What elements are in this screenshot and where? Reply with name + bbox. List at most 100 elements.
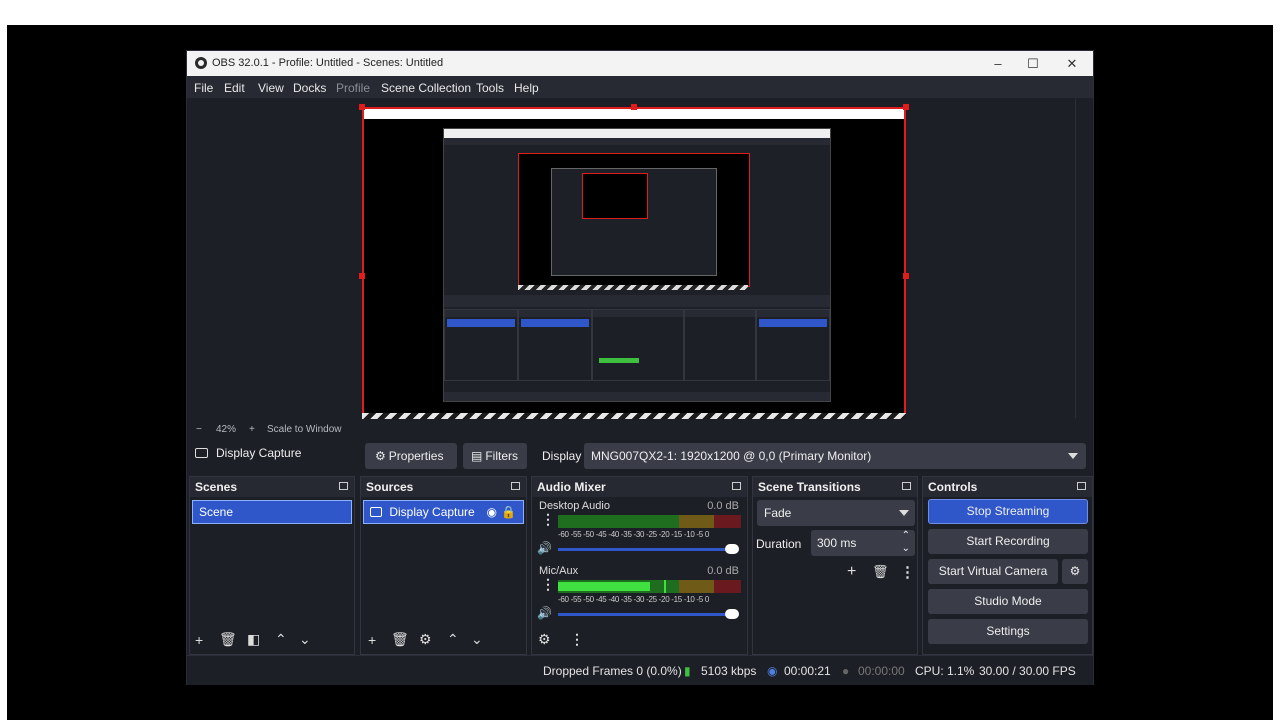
maximize-button[interactable]: ☐ (1014, 51, 1052, 76)
recursive-preview-image (443, 128, 831, 402)
transition-select[interactable]: Fade (757, 500, 915, 526)
menu-tools[interactable]: Tools (476, 81, 504, 95)
gear-icon: ⚙ (375, 449, 386, 463)
scene-transitions-header: Scene Transitions (753, 477, 917, 497)
menu-file[interactable]: File (194, 81, 213, 95)
advanced-audio-icon[interactable]: ⚙ (538, 631, 551, 648)
remove-transition-icon[interactable]: 🗑 (872, 564, 889, 580)
menu-scene-collection[interactable]: Scene Collection (381, 81, 471, 95)
stop-streaming-button[interactable]: Stop Streaming (928, 499, 1088, 524)
mic-aux-menu-icon[interactable]: ⋮ (541, 576, 555, 593)
duration-input[interactable]: 300 ms ⌃ ⌄ (811, 530, 915, 556)
scene-transitions-title: Scene Transitions (758, 480, 861, 494)
eye-icon[interactable]: ◉ (487, 501, 497, 523)
source-context-bar: Display Capture ⚙ Properties ▤ Filters Dis… (187, 440, 1093, 472)
speaker-icon[interactable]: 🔊 (537, 541, 552, 555)
bitrate: 5103 kbps (701, 664, 757, 678)
filters-button[interactable]: ▤ Filters (463, 443, 527, 469)
cpu-usage: CPU: 1.1% (915, 664, 975, 678)
move-up-icon[interactable]: ⌃ (275, 631, 287, 648)
mixer-menu-icon[interactable]: ⋮ (570, 631, 584, 648)
resize-handle-l[interactable] (359, 273, 365, 279)
start-recording-button[interactable]: Start Recording (928, 529, 1088, 554)
mini-inner-window (551, 168, 717, 276)
add-source-icon[interactable]: + (368, 632, 376, 648)
mini-mixer-dock (592, 309, 684, 381)
mini-hatch (518, 285, 748, 290)
window-title: OBS 32.0.1 - Profile: Untitled - Scenes:… (212, 57, 444, 69)
mic-aux-volume-slider[interactable] (558, 613, 735, 616)
close-button[interactable]: ✕ (1053, 51, 1091, 76)
source-properties-icon[interactable]: ⚙ (419, 631, 432, 648)
streaming-icon: ◉ (767, 664, 778, 678)
move-up-icon[interactable]: ⌃ (447, 631, 459, 648)
scene-item[interactable]: Scene (192, 500, 352, 524)
obs-logo-icon (195, 57, 207, 69)
resize-handle-tl[interactable] (359, 104, 365, 110)
studio-mode-button[interactable]: Studio Mode (928, 589, 1088, 614)
filters-label: Filters (485, 449, 519, 463)
menu-profile[interactable]: Profile (336, 81, 370, 95)
scenes-list: Scene + 🗑 ◧ ⌃ ⌄ (190, 497, 354, 654)
sources-dock-header: Sources (361, 477, 526, 497)
transition-menu-icon[interactable]: ⋮ (900, 563, 915, 581)
speaker-icon[interactable]: 🔊 (537, 606, 552, 620)
desktop-audio-volume-slider[interactable] (558, 548, 735, 551)
undock-icon[interactable] (902, 482, 911, 490)
mini-menubar (444, 138, 830, 145)
remove-scene-icon[interactable]: 🗑 (219, 631, 237, 648)
mic-aux-volume-handle[interactable] (725, 609, 739, 619)
undock-icon[interactable] (1077, 482, 1086, 490)
move-down-icon[interactable]: ⌄ (299, 631, 311, 648)
lock-icon[interactable]: 🔒 (501, 501, 516, 523)
mic-aux-meter (558, 580, 741, 593)
zoom-out-button[interactable]: − (196, 424, 202, 435)
zoom-in-button[interactable]: + (249, 424, 255, 435)
resize-handle-tr[interactable] (903, 104, 909, 110)
source-item[interactable]: Display Capture ◉ 🔒 (363, 500, 524, 524)
desktop-audio-volume-handle[interactable] (725, 544, 739, 554)
scale-to-window[interactable]: Scale to Window (267, 424, 341, 435)
scenes-dock: Scenes Scene + 🗑 ◧ ⌃ ⌄ (189, 476, 355, 655)
preview-canvas[interactable] (362, 107, 906, 419)
undock-icon[interactable] (732, 482, 741, 490)
menu-docks[interactable]: Docks (293, 81, 326, 95)
record-time: 00:00:00 (858, 664, 905, 678)
mini-scenes-dock (444, 309, 518, 381)
obs-window: OBS 32.0.1 - Profile: Untitled - Scenes:… (187, 51, 1093, 685)
context-source-name: Display Capture (216, 446, 302, 460)
virtual-camera-settings-button[interactable]: ⚙ (1062, 559, 1088, 584)
menu-help[interactable]: Help (514, 81, 539, 95)
preview-scrollbar[interactable] (1075, 98, 1076, 418)
menu-edit[interactable]: Edit (224, 81, 245, 95)
resize-handle-r[interactable] (903, 273, 909, 279)
resize-handle-t[interactable] (631, 104, 637, 110)
status-bar: Dropped Frames 0 (0.0%) ▮ 5103 kbps ◉ 00… (187, 655, 1093, 685)
settings-button[interactable]: Settings (928, 619, 1088, 644)
desktop-audio-menu-icon[interactable]: ⋮ (541, 511, 555, 528)
gear-icon: ⚙ (1069, 564, 1081, 578)
add-transition-icon[interactable]: + (847, 563, 856, 581)
chevron-down-icon (899, 510, 909, 516)
display-select[interactable]: MNG007QX2-1: 1920x1200 @ 0,0 (Primary Mo… (584, 443, 1086, 469)
menu-view[interactable]: View (258, 81, 284, 95)
recording-icon: ● (842, 664, 850, 678)
dropped-frames: Dropped Frames 0 (0.0%) (543, 664, 682, 678)
minimize-button[interactable]: – (979, 51, 1017, 76)
sources-dock: Sources Display Capture ◉ 🔒 + 🗑 ⚙ ⌃ ⌄ (360, 476, 527, 655)
scene-filters-icon[interactable]: ◧ (247, 631, 260, 648)
chevron-down-icon (1068, 453, 1078, 459)
controls-title: Controls (928, 480, 978, 494)
preview-zoom-bar: − 42% + Scale to Window (187, 420, 1093, 440)
undock-icon[interactable] (511, 482, 520, 490)
start-virtual-camera-button[interactable]: Start Virtual Camera (928, 559, 1058, 584)
undock-icon[interactable] (339, 482, 348, 490)
remove-source-icon[interactable]: 🗑 (391, 631, 409, 648)
move-down-icon[interactable]: ⌄ (471, 631, 483, 648)
mic-aux-db: 0.0 dB (707, 565, 739, 577)
monitor-icon (195, 448, 208, 458)
properties-button[interactable]: ⚙ Properties (365, 443, 457, 469)
add-scene-icon[interactable]: + (195, 632, 203, 648)
desktop-audio-meter (558, 515, 741, 528)
spin-down-icon[interactable]: ⌄ (902, 536, 910, 562)
